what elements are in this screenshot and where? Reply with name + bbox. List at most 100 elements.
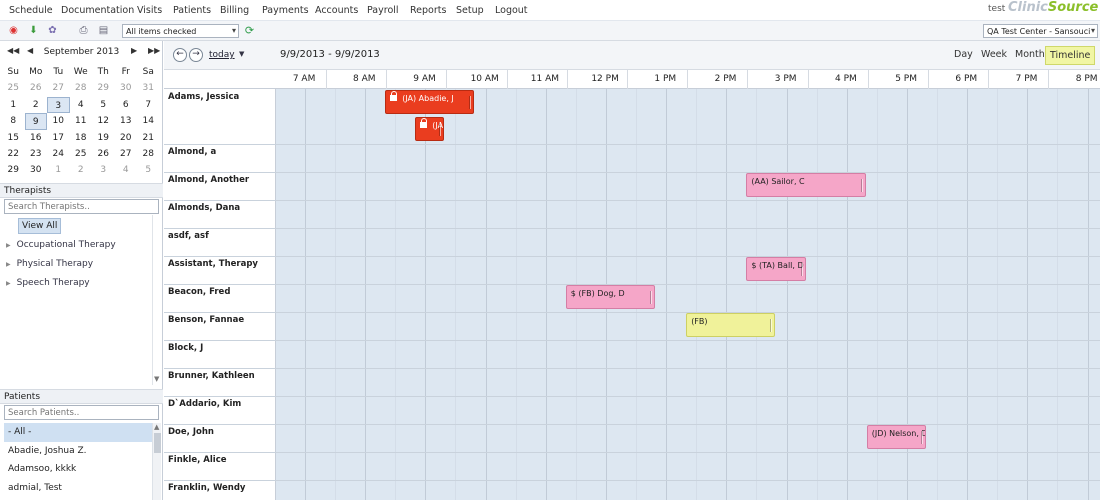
calendar-day[interactable]: 16 [25,130,48,146]
refresh-icon[interactable]: ⟳ [242,23,257,38]
scroll-down-icon[interactable]: ▼ [154,375,159,383]
calendar-day[interactable]: 14 [137,113,160,129]
calendar-day[interactable]: 5 [92,97,115,113]
calendar-day[interactable]: 19 [92,130,115,146]
therapy-group-speech[interactable]: ▶ Speech Therapy [6,278,90,288]
calendar-day[interactable]: 28 [137,146,160,162]
download-icon[interactable]: ⬇ [26,23,41,38]
appointment-block[interactable]: $ (FB) Dog, D [565,285,656,309]
appointment-block[interactable]: (JA) Abadie, J [385,90,475,114]
appointment-block[interactable]: (AA) Sailor, C [746,173,866,197]
next-year-icon[interactable]: ▶▶ [148,46,160,55]
calendar-day[interactable]: 24 [47,146,70,162]
next-month-icon[interactable]: ▶ [131,46,137,55]
calendar-day[interactable]: 17 [47,130,70,146]
center-dropdown[interactable]: QA Test Center - Sansouci ▾ [983,24,1098,38]
calendar-day[interactable]: 7 [137,97,160,113]
gear-icon[interactable]: ✿ [45,23,60,38]
view-week-button[interactable]: Week [977,46,1011,65]
next-day-button[interactable]: → [189,48,203,62]
calendar-day[interactable]: 2 [25,97,48,113]
calendar-day[interactable]: 31 [137,80,160,96]
calendar-day[interactable]: 1 [2,97,25,113]
calendar-day[interactable]: 13 [115,113,138,129]
appointment-block[interactable]: (JD) Nelson, D [866,425,926,449]
calendar-day[interactable]: 1 [47,162,70,178]
calendar-day[interactable]: 6 [115,97,138,113]
appointment-block[interactable]: (FB) [686,313,776,337]
today-link[interactable]: today [209,50,235,60]
calendar-day[interactable]: 28 [70,80,93,96]
menu-accounts[interactable]: Accounts [315,5,358,16]
appointment-block[interactable]: (JA) [415,117,445,141]
menu-payroll[interactable]: Payroll [367,5,399,16]
resize-handle[interactable] [439,123,442,136]
calendar-day[interactable]: 26 [92,146,115,162]
calendar-day[interactable]: 21 [137,130,160,146]
calendar-day[interactable]: 3 [92,162,115,178]
document-icon[interactable]: ▤ [96,23,111,38]
calendar-day[interactable]: 23 [25,146,48,162]
patient-search-input[interactable] [4,405,159,420]
patient-list-scrollbar[interactable]: ▲ [152,423,161,500]
view-day-button[interactable]: Day [950,46,977,65]
calendar-day[interactable]: 29 [92,80,115,96]
calendar-day[interactable]: 27 [47,80,70,96]
patient-item-all[interactable]: - All - [4,423,152,442]
calendar-day[interactable]: 10 [47,113,70,129]
item-filter-dropdown[interactable]: All items checked ▾ [122,24,239,38]
calendar-day[interactable]: 29 [2,162,25,178]
resize-handle[interactable] [469,96,472,109]
therapist-list-scrollbar[interactable]: ▼ [152,215,161,385]
timeline-area[interactable]: (JA) Abadie, J (JA) (AA) Sailor, C $ (TA) B… [276,89,1100,500]
menu-payments[interactable]: Payments [262,5,309,16]
calendar-day[interactable]: 30 [25,162,48,178]
view-month-button[interactable]: Month [1011,46,1049,65]
calendar-day[interactable]: 25 [70,146,93,162]
calendar-day[interactable]: 25 [2,80,25,96]
menu-documentation[interactable]: Documentation [61,5,134,16]
calendar-day[interactable]: 20 [115,130,138,146]
prev-day-button[interactable]: ← [173,48,187,62]
calendar-day[interactable]: 18 [70,130,93,146]
expand-triangle-icon[interactable]: ▶ [6,242,11,249]
view-timeline-button[interactable]: Timeline [1045,46,1096,65]
scroll-thumb[interactable] [154,433,161,453]
expand-triangle-icon[interactable]: ▶ [6,280,11,287]
menu-reports[interactable]: Reports [410,5,446,16]
resize-handle[interactable] [770,319,773,332]
resize-handle[interactable] [920,431,923,444]
appointment-block[interactable]: $ (TA) Ball, D [746,257,806,281]
print-icon[interactable]: ⎙ [76,23,91,38]
calendar-day[interactable]: 9 [24,113,47,130]
resize-handle[interactable] [800,263,803,276]
calendar-day[interactable]: 4 [115,162,138,178]
calendar-day[interactable]: 15 [2,130,25,146]
calendar-day[interactable]: 5 [137,162,160,178]
patient-item[interactable]: Abadie, Joshua Z. [4,442,152,461]
menu-setup[interactable]: Setup [456,5,484,16]
therapy-group-physical[interactable]: ▶ Physical Therapy [6,259,93,269]
new-appointment-icon[interactable]: ◉ [6,23,21,38]
patient-item[interactable]: admial, Test [4,479,152,498]
resize-handle[interactable] [860,179,863,192]
calendar-day[interactable]: 2 [70,162,93,178]
calendar-day[interactable]: 30 [115,80,138,96]
calendar-day[interactable]: 11 [70,113,93,129]
calendar-day[interactable]: 27 [115,146,138,162]
scroll-up-icon[interactable]: ▲ [154,423,159,431]
calendar-day[interactable]: 4 [70,97,93,113]
therapy-group-occupational[interactable]: ▶ Occupational Therapy [6,240,116,250]
menu-schedule[interactable]: Schedule [9,5,53,16]
therapist-search-input[interactable] [4,199,159,214]
calendar-day[interactable]: 26 [25,80,48,96]
chevron-down-icon[interactable]: ▼ [239,50,244,58]
calendar-day[interactable]: 22 [2,146,25,162]
menu-logout[interactable]: Logout [495,5,528,16]
menu-billing[interactable]: Billing [220,5,249,16]
expand-triangle-icon[interactable]: ▶ [6,261,11,268]
calendar-day[interactable]: 3 [47,96,70,114]
resize-handle[interactable] [650,291,653,304]
menu-visits[interactable]: Visits [137,5,162,16]
menu-patients[interactable]: Patients [173,5,211,16]
